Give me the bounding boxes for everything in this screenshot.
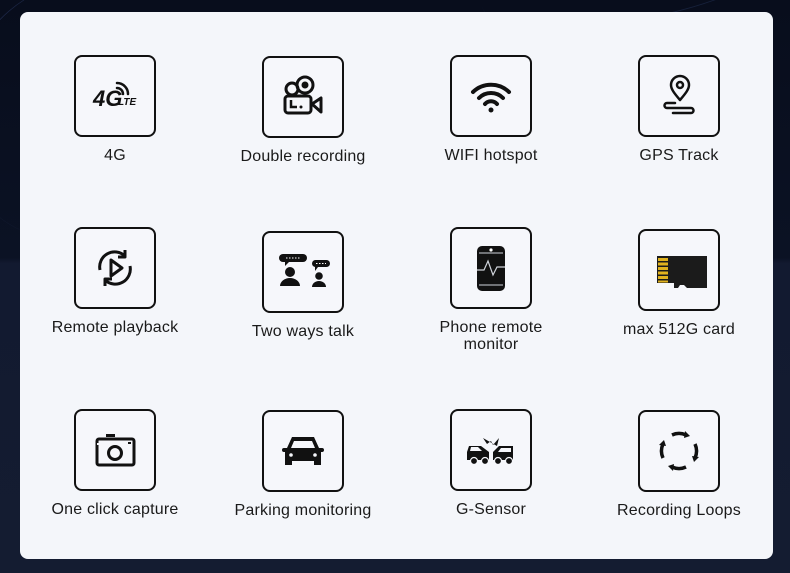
feature-label: WIFI hotspot: [444, 147, 538, 164]
sd-card-icon: [638, 229, 720, 311]
feature-double-recording: Double recording: [209, 56, 397, 165]
wifi-icon: [450, 55, 532, 137]
feature-label: Double recording: [240, 148, 366, 165]
feature-label: G-Sensor: [455, 501, 527, 518]
feature-label: Parking monitoring: [234, 502, 372, 519]
feature-max-512g-card: max 512G card: [585, 229, 773, 338]
feature-label: Two ways talk: [251, 323, 355, 340]
feature-label: Recording Loops: [617, 502, 741, 519]
feature-label: One click capture: [51, 501, 179, 518]
phone-monitor-icon: [450, 227, 532, 309]
camera-icon: [74, 409, 156, 491]
feature-label: Phone remote monitor: [439, 319, 543, 353]
remote-playback-icon: [74, 227, 156, 309]
two-way-talk-icon: [262, 231, 344, 313]
feature-label: GPS Track: [639, 147, 719, 164]
4g-lte-icon: 4G LTE: [74, 55, 156, 137]
feature-remote-playback: Remote playback: [21, 227, 209, 336]
feature-wifi-hotspot: WIFI hotspot: [397, 55, 585, 164]
feature-parking-monitoring: Parking monitoring: [209, 410, 397, 519]
feature-label: max 512G card: [623, 321, 735, 338]
feature-label: Remote playback: [51, 319, 179, 336]
feature-recording-loops: Recording Loops: [585, 410, 773, 519]
car-collision-icon: [450, 409, 532, 491]
car-icon: [262, 410, 344, 492]
lte-text: LTE: [118, 97, 136, 108]
feature-one-click-capture: One click capture: [21, 409, 209, 518]
feature-g-sensor: G-Sensor: [397, 409, 585, 518]
features-card: 4G LTE 4G Double recording WIFI hotspot …: [20, 12, 773, 559]
video-camera-icon: [262, 56, 344, 138]
feature-gps-track: GPS Track: [585, 55, 773, 164]
feature-label: 4G: [104, 147, 126, 164]
gps-pin-icon: [638, 55, 720, 137]
feature-phone-remote-monitor: Phone remote monitor: [397, 227, 585, 353]
feature-two-ways-talk: Two ways talk: [209, 231, 397, 340]
feature-4g: 4G LTE 4G: [21, 55, 209, 164]
loop-arrows-icon: [638, 410, 720, 492]
